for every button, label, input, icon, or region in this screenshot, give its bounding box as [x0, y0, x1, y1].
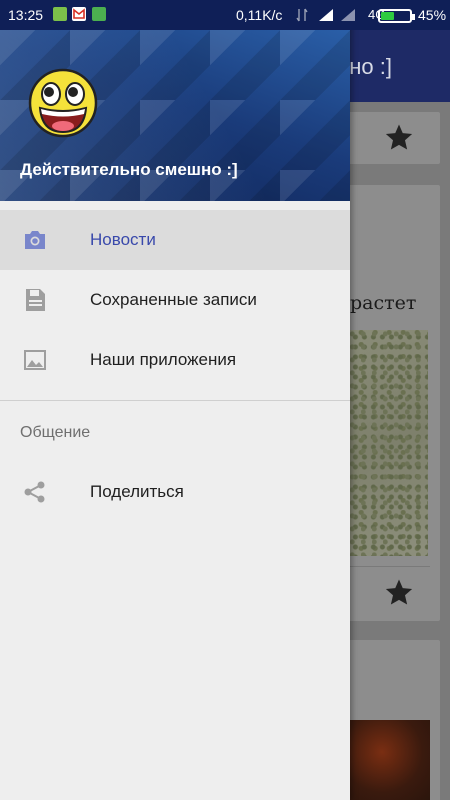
- menu-item-label: Поделиться: [90, 482, 184, 501]
- menu-item-news[interactable]: Новости: [0, 210, 350, 270]
- menu-item-label: Сохраненные записи: [90, 290, 257, 309]
- menu-divider: [0, 400, 350, 401]
- status-time: 13:25: [8, 7, 44, 23]
- navigation-drawer: Действительно смешно :] Новости Сохранен…: [0, 0, 350, 800]
- star-icon[interactable]: [384, 577, 414, 607]
- battery-level: [381, 12, 394, 20]
- menu-item-label: Наши приложения: [90, 350, 237, 369]
- drawer-header-title: Действительно смешно :]: [20, 160, 238, 179]
- gmail-icon: [72, 7, 86, 21]
- notification-app-icon: [53, 7, 67, 21]
- app-toolbar-title: но :]: [349, 54, 392, 79]
- battery-percent: 45%: [418, 7, 447, 23]
- drawer-menu: Новости Сохраненные записи Наши приложен…: [0, 210, 350, 390]
- menu-item-saved[interactable]: Сохраненные записи: [0, 270, 350, 330]
- awesome-face-logo: [28, 68, 98, 138]
- menu-item-our-apps[interactable]: Наши приложения: [0, 330, 350, 390]
- save-icon: [26, 289, 45, 311]
- feed-card[interactable]: [340, 112, 440, 164]
- data-transfer-icon: [296, 8, 308, 22]
- image-icon: [24, 350, 46, 370]
- card-divider: [350, 566, 430, 567]
- network-speed: 0,11K/c: [236, 7, 283, 23]
- star-icon[interactable]: [384, 122, 414, 152]
- signal-icon: [341, 9, 355, 21]
- card-image: [350, 720, 430, 800]
- share-icon: [24, 481, 45, 503]
- status-bar: 13:25 0,11K/c 4G 45%: [0, 0, 450, 30]
- menu-item-label: Новости: [90, 230, 156, 249]
- card-image: [350, 330, 428, 556]
- notification-app-icon: [92, 7, 106, 21]
- section-title: Общение: [20, 424, 91, 441]
- card-text: растет: [350, 292, 417, 314]
- battery-icon: [378, 9, 415, 23]
- camera-icon: [25, 231, 45, 249]
- menu-item-share[interactable]: Поделиться: [0, 462, 350, 522]
- drawer-menu-communication: Поделиться: [0, 462, 350, 522]
- signal-icon: [319, 9, 333, 21]
